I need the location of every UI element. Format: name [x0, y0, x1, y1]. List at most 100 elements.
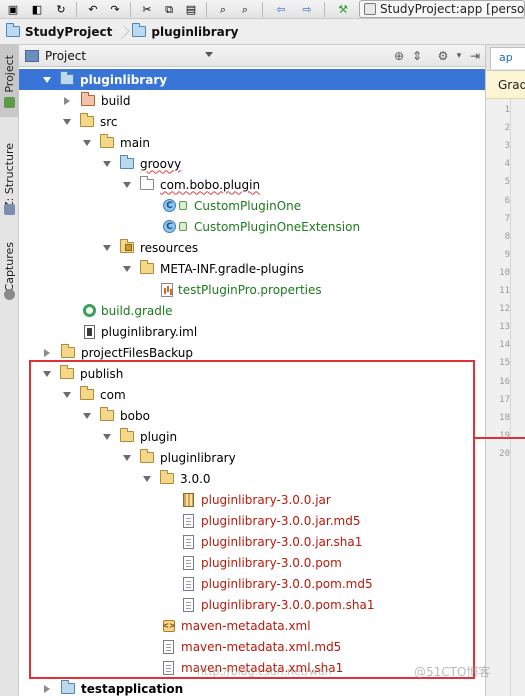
editor-tab-label: ap — [499, 51, 513, 64]
properties-file-icon — [161, 282, 173, 297]
save-icon[interactable]: ▣ — [4, 1, 22, 18]
make-project-icon[interactable]: ⚒ — [334, 1, 352, 18]
back-icon[interactable]: ⇦ — [272, 1, 290, 18]
tree-row-properties-file[interactable]: testPluginPro.properties — [19, 279, 485, 300]
tree-row-class[interactable]: C CustomPluginOne — [19, 195, 485, 216]
package-icon — [140, 176, 154, 190]
tree-row-label: testapplication — [81, 681, 184, 696]
project-panel-header: Project ⊕ ⇕ ⚙ ▾ ⇥ — [19, 45, 485, 67]
lock-icon — [179, 222, 187, 231]
collapse-all-icon[interactable]: ⇕ — [409, 48, 425, 64]
project-tab-icon — [4, 97, 15, 108]
paste-icon[interactable]: ▤ — [182, 1, 200, 18]
tree-row-meta-inf[interactable]: META-INF.gradle-plugins — [19, 258, 485, 279]
editor-notification-label: Grad — [498, 78, 525, 92]
watermark-url: http://blog.csdn.net/wan — [197, 665, 332, 678]
line-number: 19 — [499, 430, 510, 441]
toolbar-separator — [324, 2, 325, 17]
scroll-from-source-icon[interactable]: ⊕ — [391, 48, 407, 64]
expanded-arrow-icon[interactable] — [103, 244, 111, 251]
gear-icon[interactable]: ⚙ — [435, 48, 451, 64]
tree-row-label: CustomPluginOneExtension — [194, 219, 361, 234]
hide-panel-icon[interactable]: ⇥ — [467, 48, 483, 64]
folder-icon — [100, 134, 114, 148]
line-number: 16 — [499, 376, 510, 387]
undo-icon[interactable]: ↶ — [84, 1, 102, 18]
collapsed-arrow-icon[interactable] — [44, 684, 50, 693]
breadcrumb-item-studyproject[interactable]: StudyProject — [0, 19, 116, 45]
tree-row-class[interactable]: C CustomPluginOneExtension — [19, 216, 485, 237]
tree-row-build-gradle[interactable]: build.gradle — [19, 300, 485, 321]
tree-row-label: com.bobo.plugin — [160, 177, 261, 192]
line-number: 10 — [499, 267, 510, 278]
tree-row-resources[interactable]: resources — [19, 237, 485, 258]
expanded-arrow-icon[interactable] — [43, 76, 51, 83]
project-view-icon — [25, 50, 39, 62]
tree-row-label: META-INF.gradle-plugins — [160, 261, 304, 276]
editor-gutter: 1 2 3 4 5 6 7 8 9 10 11 12 13 14 15 16 17 18 19 20 — [485, 99, 525, 696]
expanded-arrow-icon[interactable] — [103, 160, 111, 167]
tree-row-label: projectFilesBackup — [81, 345, 193, 360]
redo-icon[interactable]: ↷ — [106, 1, 124, 18]
tree-row-src[interactable]: src — [19, 111, 485, 132]
run-configuration-selector[interactable]: StudyProject:app [person — [359, 0, 525, 18]
left-tool-window-strip: 1: Project Z: Structure Captures — [0, 45, 19, 696]
expanded-arrow-icon[interactable] — [63, 118, 71, 125]
find-icon[interactable]: ⌕ — [214, 1, 232, 18]
sync-icon[interactable]: ◧ — [28, 1, 46, 18]
line-number: 12 — [499, 304, 510, 315]
tree-row-label: main — [120, 135, 150, 150]
tree-row-build[interactable]: build — [19, 90, 485, 111]
android-run-config-icon — [364, 3, 376, 15]
copy-icon[interactable]: ⧉ — [160, 1, 178, 18]
tree-row-groovy[interactable]: groovy — [19, 153, 485, 174]
editor-notification-bar: Grad — [485, 71, 525, 99]
cut-icon[interactable]: ✂ — [138, 1, 156, 18]
tree-row-label: pluginlibrary — [80, 72, 168, 87]
tree-row-package[interactable]: com.bobo.plugin — [19, 174, 485, 195]
navigation-breadcrumb: StudyProject pluginlibrary — [0, 19, 525, 45]
iml-file-icon — [84, 324, 95, 339]
breadcrumb-item-pluginlibrary[interactable]: pluginlibrary — [126, 19, 242, 45]
toolbar-separator — [206, 2, 207, 17]
captures-tab-icon — [4, 289, 15, 300]
project-folder-icon — [6, 23, 20, 37]
line-number: 4 — [504, 159, 510, 170]
tree-row-label: build.gradle — [101, 303, 173, 318]
gear-dropdown-icon[interactable]: ▾ — [451, 48, 467, 64]
module-folder-icon — [60, 71, 74, 85]
line-number: 7 — [504, 213, 510, 224]
tree-row-pluginlibrary-module[interactable]: pluginlibrary — [19, 69, 485, 90]
expanded-arrow-icon[interactable] — [123, 181, 131, 188]
tree-row-label: groovy — [140, 156, 182, 171]
line-number: 5 — [504, 177, 510, 188]
expanded-arrow-icon[interactable] — [83, 139, 91, 146]
line-number: 1 — [504, 105, 510, 115]
watermark-logo: @51CTO博客 — [414, 665, 491, 679]
run-config-label: StudyProject:app [person — [380, 2, 525, 16]
breadcrumb-separator — [116, 19, 126, 45]
breadcrumb-label: StudyProject — [25, 24, 113, 39]
folder-icon — [61, 344, 75, 358]
module-folder-icon — [132, 23, 147, 37]
tree-row-main[interactable]: main — [19, 132, 485, 153]
collapsed-arrow-icon[interactable] — [44, 348, 50, 357]
line-number: 9 — [504, 249, 510, 260]
line-number-column: 1 2 3 4 5 6 7 8 9 10 11 12 13 14 15 16 17 18 19 20 — [486, 99, 510, 696]
tree-row-testapplication[interactable]: testapplication — [19, 678, 485, 696]
highlight-box — [29, 360, 475, 679]
gutter-divider — [510, 99, 511, 696]
tree-row-iml-file[interactable]: pluginlibrary.iml — [19, 321, 485, 342]
tree-row-label: CustomPluginOne — [194, 198, 302, 213]
project-view-selector[interactable]: Project — [25, 47, 225, 65]
main-toolbar: ▣ ◧ ↻ ↶ ↷ ✂ ⧉ ▤ ⌕ ⌕ ⇦ ⇨ ⚒ StudyProject:a… — [0, 0, 525, 19]
editor-tab[interactable]: ap — [490, 47, 525, 69]
forward-icon[interactable]: ⇨ — [298, 1, 316, 18]
highlight-connector — [475, 437, 525, 439]
expanded-arrow-icon[interactable] — [123, 265, 131, 272]
collapsed-arrow-icon[interactable] — [64, 96, 70, 105]
refresh-icon[interactable]: ↻ — [52, 1, 70, 18]
excluded-folder-icon — [81, 92, 95, 106]
replace-icon[interactable]: ⌕ — [236, 1, 254, 18]
gradle-icon — [83, 304, 96, 317]
